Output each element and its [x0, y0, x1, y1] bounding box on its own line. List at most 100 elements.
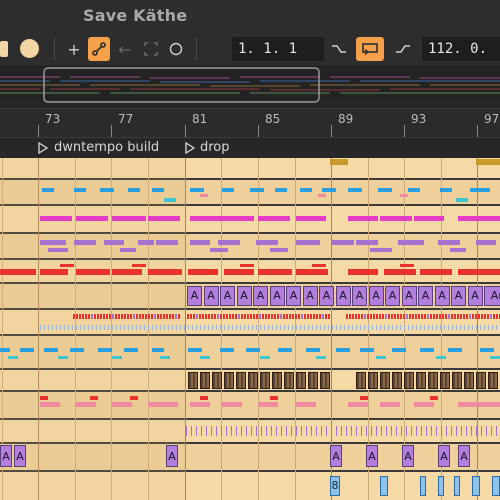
back-to-arrangement-icon[interactable]: ← — [114, 37, 136, 61]
audio-clip-wood[interactable] — [320, 372, 330, 389]
arrangement-clip[interactable]: Arr — [484, 286, 500, 306]
audio-clip-wood[interactable] — [284, 372, 294, 389]
audio-clip[interactable]: A — [269, 286, 285, 306]
audio-clip-wood[interactable] — [392, 372, 402, 389]
midi-note — [458, 216, 500, 221]
audio-clip[interactable]: A — [319, 286, 334, 306]
add-icon[interactable]: + — [63, 37, 85, 61]
midi-note — [229, 314, 231, 319]
beat-time-ruler[interactable]: 73 77 81 85 89 93 97 — [0, 108, 500, 138]
midi-note — [480, 325, 481, 330]
audio-clip[interactable]: A — [418, 286, 433, 306]
midi-note — [452, 325, 453, 330]
audio-clip[interactable]: A — [14, 445, 26, 467]
midi-note — [251, 426, 252, 436]
overview-waveform — [0, 67, 500, 103]
audio-clip[interactable]: A — [467, 286, 483, 306]
song-position-field[interactable]: 1. 1. 1 — [232, 37, 324, 61]
stop-square-icon[interactable] — [0, 41, 8, 57]
audio-clip[interactable]: A — [335, 286, 351, 306]
audio-clip-wood[interactable] — [380, 372, 390, 389]
audio-clip[interactable]: A — [385, 286, 400, 306]
midi-note — [460, 314, 462, 319]
audio-clip[interactable]: A — [286, 286, 301, 306]
audio-clip[interactable] — [492, 476, 500, 496]
audio-clip-wood[interactable] — [404, 372, 414, 389]
audio-clip-wood[interactable] — [248, 372, 258, 389]
audio-clip[interactable]: A — [0, 445, 12, 467]
audio-clip[interactable]: A — [438, 445, 450, 467]
fade-in-icon[interactable] — [328, 37, 350, 61]
draw-mode-icon[interactable] — [88, 37, 110, 61]
record-circle-icon[interactable] — [20, 39, 39, 58]
audio-clip[interactable]: A — [253, 286, 268, 306]
midi-note — [151, 314, 153, 319]
audio-clip[interactable]: A — [402, 445, 414, 467]
audio-clip-wood[interactable] — [428, 372, 438, 389]
locator-marker-icon[interactable] — [38, 142, 48, 154]
audio-clip[interactable]: A — [366, 445, 378, 467]
audio-clip[interactable] — [472, 476, 480, 496]
locator-marker-icon[interactable] — [185, 142, 195, 154]
audio-clip-wood[interactable] — [452, 372, 462, 389]
audio-clip[interactable]: A — [330, 445, 342, 467]
midi-note — [454, 314, 456, 319]
loop-icon[interactable] — [356, 37, 384, 61]
midi-note — [145, 314, 147, 319]
audio-clip[interactable]: 8 — [330, 476, 340, 496]
midi-note — [436, 314, 438, 319]
arrangement-overview[interactable] — [0, 66, 500, 109]
audio-clip[interactable]: A — [166, 445, 178, 467]
audio-clip[interactable]: A — [434, 286, 450, 306]
audio-clip[interactable]: A — [458, 445, 470, 467]
audio-clip[interactable]: A — [302, 286, 318, 306]
audio-clip[interactable]: A — [401, 286, 417, 306]
audio-clip-wood[interactable] — [224, 372, 234, 389]
audio-clip-wood[interactable] — [368, 372, 378, 389]
midi-note — [222, 188, 234, 192]
audio-clip-wood[interactable] — [476, 372, 486, 389]
audio-clip-wood[interactable] — [416, 372, 426, 389]
locator-dwntempo-build[interactable]: dwntempo build — [54, 140, 159, 155]
midi-note — [401, 426, 402, 436]
midi-note — [398, 240, 424, 245]
audio-clip-wood[interactable] — [200, 372, 210, 389]
midi-note — [258, 402, 278, 407]
audio-clip[interactable]: A — [236, 286, 252, 306]
audio-clip[interactable]: A — [203, 286, 219, 306]
locator-drop[interactable]: drop — [200, 140, 230, 155]
audio-clip-wood[interactable] — [308, 372, 318, 389]
audio-clip[interactable]: A — [352, 286, 367, 306]
audio-clip[interactable] — [438, 476, 444, 496]
audio-clip[interactable]: A — [368, 286, 384, 306]
audio-clip[interactable] — [380, 476, 388, 496]
midi-note — [169, 314, 171, 319]
audio-clip-wood[interactable] — [464, 372, 474, 389]
midi-note — [246, 426, 247, 436]
audio-clip-wood[interactable] — [188, 372, 198, 389]
audio-clip-wood[interactable] — [356, 372, 366, 389]
midi-note — [438, 240, 460, 245]
audio-clip-wood[interactable] — [212, 372, 222, 389]
fade-out-icon[interactable] — [392, 37, 414, 61]
midi-note — [154, 314, 156, 319]
tempo-field[interactable]: 112. 0. — [422, 37, 500, 61]
audio-clip[interactable]: A — [187, 286, 202, 306]
audio-clip-wood[interactable] — [260, 372, 270, 389]
arrangement-tracks[interactable]: AAAAAAAAAAAAAAAAAAArrAAAAAAAA8 — [0, 158, 500, 500]
audio-clip[interactable]: A — [451, 286, 466, 306]
midi-note — [491, 426, 492, 436]
audio-clip-wood[interactable] — [236, 372, 246, 389]
audio-clip[interactable] — [454, 476, 460, 496]
ruler-tick — [404, 125, 405, 137]
audio-clip-wood[interactable] — [272, 372, 282, 389]
audio-clip-wood[interactable] — [440, 372, 450, 389]
loop-circle-icon[interactable] — [165, 37, 187, 61]
audio-clip-wood[interactable] — [296, 372, 306, 389]
audio-clip-wood[interactable] — [488, 372, 498, 389]
audio-clip[interactable] — [420, 476, 426, 496]
punch-icon[interactable] — [140, 37, 162, 61]
midi-note — [496, 325, 497, 330]
midi-note — [281, 426, 282, 436]
audio-clip[interactable]: A — [220, 286, 235, 306]
